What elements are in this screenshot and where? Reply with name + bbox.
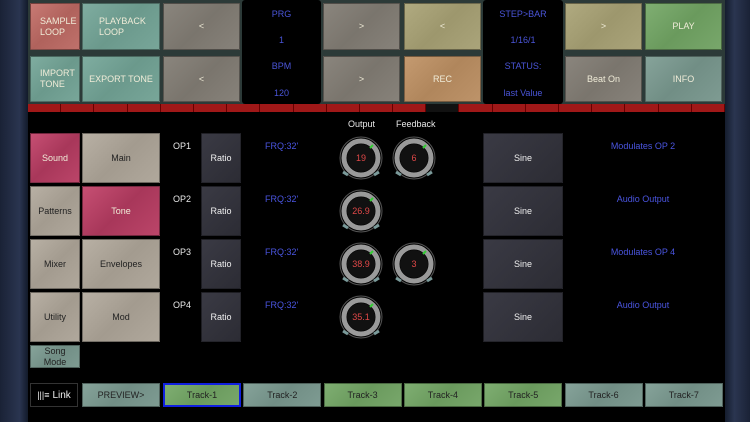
op-label: OP2 [173, 194, 192, 204]
frequency-value[interactable]: FRQ:32' [265, 247, 298, 257]
track-tab[interactable]: Track-7 [644, 383, 723, 407]
output-knob[interactable]: 19 [339, 136, 383, 180]
feedback-header: Feedback [396, 119, 436, 129]
menu-main[interactable]: Main [82, 133, 160, 183]
ratio-button[interactable]: Ratio [201, 133, 241, 183]
track-tab[interactable]: Track-3 [323, 383, 402, 407]
feedback-knob[interactable]: 6 [392, 136, 436, 180]
menu-sound[interactable]: Sound [30, 133, 80, 183]
step-next-button[interactable]: > [565, 3, 642, 50]
waveform-button[interactable]: Sine [483, 239, 563, 289]
ratio-button[interactable]: Ratio [201, 239, 241, 289]
preview-button[interactable]: PREVIEW> [82, 383, 160, 407]
output-knob-value: 35.1 [352, 312, 370, 322]
menu-tone[interactable]: Tone [82, 186, 160, 236]
right-frame [724, 0, 750, 422]
feedback-knob-value: 6 [411, 153, 417, 163]
export-tone-button[interactable]: EXPORT TONE [82, 56, 160, 102]
routing-label[interactable]: Audio Output [585, 300, 701, 310]
bpm-next-button[interactable]: > [323, 56, 400, 102]
menu-mixer[interactable]: Mixer [30, 239, 80, 289]
output-knob[interactable]: 35.1 [339, 295, 383, 339]
menu-utility[interactable]: Utility [30, 292, 80, 342]
bpm-value: 120 [273, 88, 290, 98]
ratio-button[interactable]: Ratio [201, 186, 241, 236]
output-knob[interactable]: 26.9 [339, 189, 383, 233]
menu-mod[interactable]: Mod [82, 292, 160, 342]
waveform-button[interactable]: Sine [483, 186, 563, 236]
menu-patterns[interactable]: Patterns [30, 186, 80, 236]
feedback-knob[interactable]: 3 [392, 242, 436, 286]
routing-label[interactable]: Modulates OP 2 [585, 141, 701, 151]
status-label: STATUS: [504, 61, 542, 71]
sample-loop-button[interactable]: SAMPLE LOOP [30, 3, 80, 50]
prg-bpm-display: PRG 1 BPM 120 [242, 0, 321, 104]
frequency-value[interactable]: FRQ:32' [265, 141, 298, 151]
left-frame [0, 0, 28, 422]
bpm-label: BPM [271, 61, 292, 71]
step-indicator-strip [28, 104, 725, 112]
beat-toggle[interactable]: Beat On [565, 56, 642, 102]
step-status-display: STEP>BAR 1/16/1 STATUS: last Value [483, 0, 563, 104]
frequency-value[interactable]: FRQ:32' [265, 300, 298, 310]
output-knob[interactable]: 38.9 [339, 242, 383, 286]
track-tab[interactable]: Track-4 [403, 383, 482, 407]
routing-label[interactable]: Audio Output [585, 194, 701, 204]
stepbar-label: STEP>BAR [499, 9, 547, 19]
track-tab[interactable]: Track-6 [564, 383, 643, 407]
link-logo-icon: |||≡ [37, 389, 50, 400]
output-knob-value: 38.9 [352, 259, 370, 269]
prg-value: 1 [278, 35, 284, 45]
prg-next-button[interactable]: > [323, 3, 400, 50]
stepbar-value: 1/16/1 [510, 35, 536, 45]
output-knob-value: 26.9 [352, 206, 370, 216]
play-button[interactable]: PLAY [645, 3, 722, 50]
output-knob-value: 19 [355, 153, 366, 163]
ableton-link-button[interactable]: |||≡ Link [30, 383, 78, 407]
track-tab[interactable]: Track-5 [484, 383, 563, 407]
routing-label[interactable]: Modulates OP 4 [585, 247, 701, 257]
step-prev-button[interactable]: < [404, 3, 481, 50]
info-button[interactable]: INFO [645, 56, 722, 102]
playback-loop-button[interactable]: PLAYBACK LOOP [82, 3, 160, 50]
prg-prev-button[interactable]: < [163, 3, 240, 50]
frequency-value[interactable]: FRQ:32' [265, 194, 298, 204]
waveform-button[interactable]: Sine [483, 292, 563, 342]
status-value: last Value [503, 88, 543, 98]
link-label: Link [52, 389, 71, 401]
rec-button[interactable]: REC [404, 56, 481, 102]
ratio-button[interactable]: Ratio [201, 292, 241, 342]
op-label: OP3 [173, 247, 192, 257]
output-header: Output [348, 119, 376, 129]
bpm-prev-button[interactable]: < [163, 56, 240, 102]
menu-song-mode[interactable]: Song Mode [30, 345, 80, 368]
prg-label: PRG [271, 9, 292, 19]
op-label: OP1 [173, 141, 192, 151]
track-tab[interactable]: Track-1 [163, 383, 241, 407]
import-tone-button[interactable]: IMPORT TONE [30, 56, 80, 102]
op-label: OP4 [173, 300, 192, 310]
waveform-button[interactable]: Sine [483, 133, 563, 183]
menu-envelopes[interactable]: Envelopes [82, 239, 160, 289]
feedback-knob-value: 3 [411, 259, 417, 269]
track-tab[interactable]: Track-2 [243, 383, 322, 407]
